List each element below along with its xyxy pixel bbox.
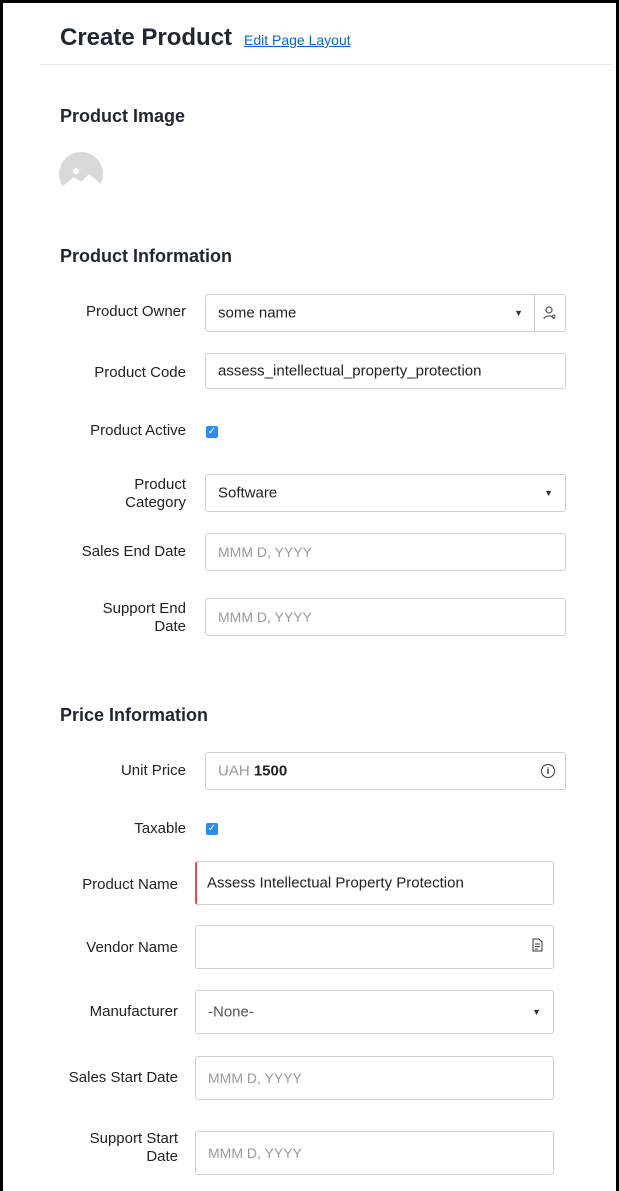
taxable-label: Taxable (134, 820, 186, 837)
product-category-value: Software (218, 484, 278, 502)
product-category-label-line2: Category (125, 494, 186, 511)
user-search-icon[interactable] (534, 295, 565, 331)
product-owner-label: Product Owner (85, 303, 186, 320)
sales-start-date-placeholder: MMM D, YYYY (208, 1070, 302, 1086)
product-category-select[interactable]: Software ▼ (205, 474, 566, 512)
chevron-down-icon: ▼ (532, 1007, 541, 1017)
support-end-date-label: Support End Date (103, 600, 186, 636)
unit-price-value-group: UAH 1500 (218, 763, 287, 780)
support-start-date-label: Support Start Date (90, 1130, 178, 1166)
product-owner-value: some name (218, 304, 297, 322)
product-category-label: Product Category (125, 476, 186, 512)
sales-end-date-input[interactable]: MMM D, YYYY (205, 533, 566, 571)
support-start-date-label-line2: Date (146, 1148, 178, 1165)
section-title-price-information: Price Information (60, 705, 209, 725)
sales-start-date-input[interactable]: MMM D, YYYY (195, 1056, 554, 1100)
section-title-product-information: Product Information (60, 246, 232, 266)
support-end-date-label-line2: Date (154, 618, 186, 635)
info-icon[interactable]: i (541, 764, 555, 778)
vendor-name-input[interactable] (195, 925, 554, 969)
vendor-name-label: Vendor Name (86, 939, 178, 956)
manufacturer-value: -None- (208, 1003, 254, 1021)
unit-price-amount: 1500 (253, 762, 288, 780)
manufacturer-label: Manufacturer (89, 1003, 178, 1020)
product-name-input[interactable]: Assess Intellectual Property Protection (195, 861, 554, 905)
product-owner-select[interactable]: some name ▼ (205, 294, 566, 332)
support-end-date-placeholder: MMM D, YYYY (218, 609, 312, 625)
support-start-date-placeholder: MMM D, YYYY (208, 1145, 302, 1161)
product-active-checkbox[interactable]: ✓ (206, 426, 218, 438)
currency-code: UAH (218, 762, 250, 780)
product-name-label: Product Name (82, 876, 178, 893)
chevron-down-icon: ▼ (544, 488, 553, 498)
unit-price-input[interactable]: UAH 1500 i (205, 752, 566, 790)
product-category-label-line1: Product (134, 476, 186, 493)
sales-end-date-placeholder: MMM D, YYYY (218, 544, 312, 560)
section-title-product-image: Product Image (60, 106, 186, 126)
sales-end-date-label: Sales End Date (81, 543, 186, 560)
edit-page-layout-link[interactable]: Edit Page Layout (244, 32, 351, 48)
support-end-date-label-line1: Support End (102, 600, 186, 617)
chevron-down-icon: ▼ (514, 308, 523, 318)
support-start-date-input[interactable]: MMM D, YYYY (195, 1131, 554, 1175)
page-title: Create Product (60, 24, 233, 51)
sales-start-date-label: Sales Start Date (68, 1069, 178, 1086)
unit-price-label: Unit Price (120, 762, 186, 779)
product-code-label: Product Code (94, 364, 186, 381)
image-placeholder-icon[interactable] (59, 152, 103, 196)
support-end-date-input[interactable]: MMM D, YYYY (205, 598, 566, 636)
product-name-value: Assess Intellectual Property Protection (207, 874, 464, 892)
product-code-input[interactable]: assess_intellectual_property_protection (205, 353, 566, 389)
manufacturer-select[interactable]: -None- ▼ (195, 990, 554, 1034)
product-active-label: Product Active (90, 422, 186, 439)
taxable-checkbox[interactable]: ✓ (206, 823, 218, 835)
title-divider (40, 64, 612, 65)
product-code-value: assess_intellectual_property_protection (218, 362, 482, 380)
lookup-document-icon[interactable] (532, 938, 543, 956)
support-start-date-label-line1: Support Start (89, 1130, 178, 1147)
